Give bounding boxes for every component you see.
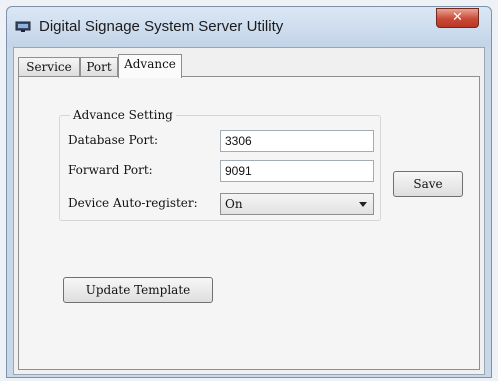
advance-setting-group: Advance Setting Database Port: 3306 Forw…	[59, 108, 381, 221]
title-bar[interactable]: Digital Signage System Server Utility ✕	[7, 7, 491, 47]
update-template-button[interactable]: Update Template	[63, 277, 213, 303]
close-icon: ✕	[452, 10, 463, 25]
group-title: Advance Setting	[70, 108, 176, 122]
close-button[interactable]: ✕	[436, 8, 479, 28]
forward-port-value: 9091	[225, 164, 252, 178]
window-client-area: Service Port Advance Advance Setting Dat…	[13, 47, 485, 375]
tab-service[interactable]: Service	[18, 57, 80, 77]
chevron-down-icon	[359, 202, 367, 207]
app-monitor-icon	[15, 21, 31, 32]
database-port-label: Database Port:	[68, 133, 159, 147]
tab-advance[interactable]: Advance	[118, 54, 182, 78]
database-port-input[interactable]: 3306	[220, 130, 374, 152]
tab-strip: Service Port Advance	[18, 54, 480, 78]
forward-port-input[interactable]: 9091	[220, 160, 374, 182]
device-auto-register-value: On	[225, 197, 243, 211]
window-title: Digital Signage System Server Utility	[39, 18, 284, 35]
app-window: Digital Signage System Server Utility ✕ …	[6, 6, 492, 378]
database-port-value: 3306	[225, 134, 252, 148]
forward-port-label: Forward Port:	[68, 163, 153, 177]
device-auto-register-label: Device Auto-register:	[68, 196, 198, 210]
tab-port[interactable]: Port	[80, 57, 118, 77]
save-button[interactable]: Save	[393, 171, 463, 197]
device-auto-register-select[interactable]: On	[220, 193, 374, 215]
advance-tab-page: Advance Setting Database Port: 3306 Forw…	[18, 76, 480, 370]
